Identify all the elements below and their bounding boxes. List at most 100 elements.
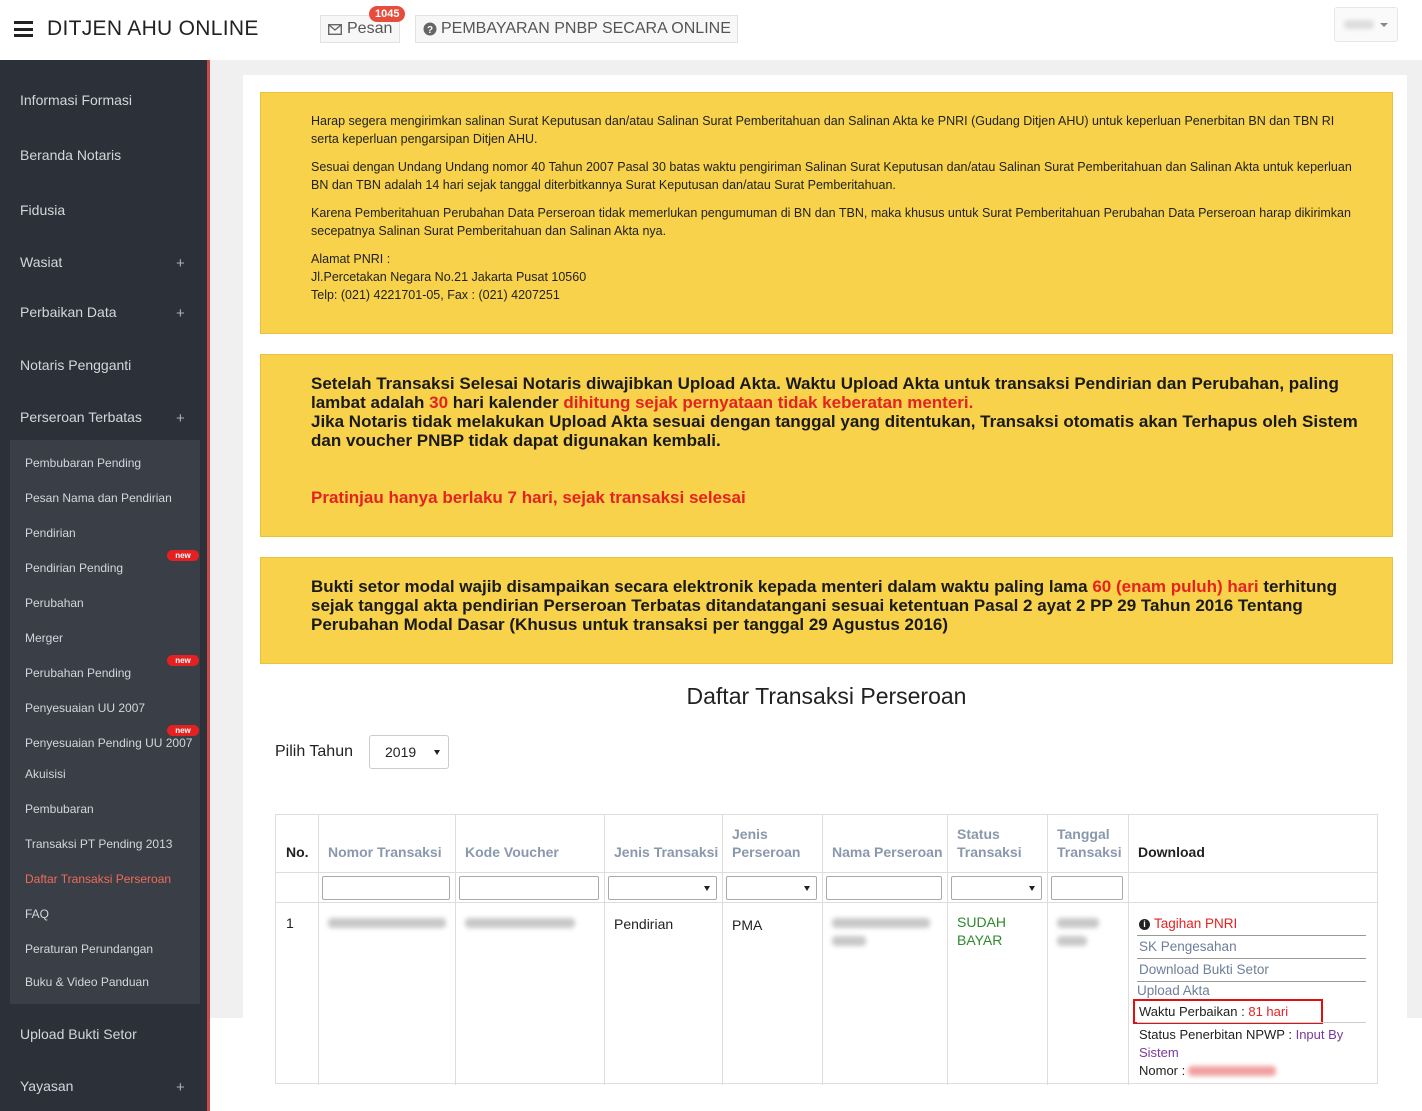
header-line: Transaksi xyxy=(957,844,1022,860)
submenu-item[interactable]: Pendirian Pending xyxy=(25,561,123,575)
sidebar-item-perbaikan-data[interactable]: Perbaikan Data xyxy=(20,304,117,320)
nama-perseroan-redacted xyxy=(832,918,930,928)
column-header-jenis-transaksi[interactable]: Jenis Transaksi xyxy=(614,843,718,861)
notice-red-text: 60 (enam puluh) hari xyxy=(1092,577,1259,596)
submenu-item[interactable]: Buku & Video Panduan xyxy=(25,975,149,989)
notice-upload-text: Setelah Transaksi Selesai Notaris diwaji… xyxy=(311,374,1361,412)
expand-plus-icon[interactable]: + xyxy=(176,255,185,272)
sidebar-item-fidusia[interactable]: Fidusia xyxy=(20,202,65,218)
npwp-nomor-label: Nomor : xyxy=(1139,1063,1186,1078)
sidebar-item-yayasan[interactable]: Yayasan xyxy=(20,1078,73,1094)
column-header-status-transaksi[interactable]: Status Transaksi xyxy=(957,825,1022,861)
menu-icon[interactable] xyxy=(14,21,33,37)
column-header-nomor-transaksi[interactable]: Nomor Transaksi xyxy=(328,843,442,861)
top-bar: DITJEN AHU ONLINE Pesan 1045 ? PEMBAYARA… xyxy=(0,0,1422,60)
submenu-item[interactable]: Akuisisi xyxy=(25,767,66,781)
table-divider xyxy=(276,872,1377,873)
year-select-value: 2019 xyxy=(385,744,417,760)
filter-tanggal-transaksi-input[interactable] xyxy=(1051,876,1123,900)
submenu-item[interactable]: Perubahan xyxy=(25,596,84,610)
column-header-tanggal-transaksi[interactable]: Tanggal Transaksi xyxy=(1057,825,1122,861)
submenu-item[interactable]: FAQ xyxy=(25,907,49,921)
notice-bukti-setor: Bukti setor modal wajib disampaikan seca… xyxy=(260,557,1393,664)
notice-text: Bukti setor modal wajib disampaikan seca… xyxy=(311,577,1093,596)
filter-jenis-transaksi-select[interactable] xyxy=(608,876,717,900)
filter-nomor-transaksi-input[interactable] xyxy=(322,876,450,900)
submenu-item[interactable]: Pendirian xyxy=(25,526,76,540)
submenu-item[interactable]: Pesan Nama dan Pendirian xyxy=(25,491,172,505)
caret-down-icon xyxy=(1380,22,1388,27)
sidebar-item-wasiat[interactable]: Wasiat xyxy=(20,254,62,270)
filter-status-transaksi-select[interactable] xyxy=(951,876,1042,900)
table-divider xyxy=(822,815,823,1085)
tanggal-transaksi-redacted xyxy=(1057,918,1099,928)
year-select[interactable]: 2019 xyxy=(369,735,449,769)
sidebar-item-notaris-pengganti[interactable]: Notaris Pengganti xyxy=(20,357,131,373)
sk-pengesahan-link[interactable]: SK Pengesahan xyxy=(1139,939,1237,954)
tagihan-pnri-link[interactable]: i Tagihan PNRI xyxy=(1139,916,1237,931)
messages-label: Pesan xyxy=(347,20,393,37)
column-header-jenis-perseroan[interactable]: Jenis Perseroan xyxy=(732,825,800,861)
filter-kode-voucher-input[interactable] xyxy=(459,876,599,900)
download-separator xyxy=(1137,1022,1366,1023)
submenu-item[interactable]: Merger xyxy=(25,631,63,645)
table-divider xyxy=(276,902,1377,903)
download-separator xyxy=(1137,981,1366,982)
expand-plus-icon[interactable]: + xyxy=(176,410,185,427)
nama-perseroan-redacted xyxy=(832,936,866,946)
status-line: SUDAH xyxy=(957,914,1007,930)
table-divider xyxy=(318,815,319,1085)
download-bukti-setor-link[interactable]: Download Bukti Setor xyxy=(1139,962,1269,977)
submenu-item[interactable]: Penyesuaian Pending UU 2007 xyxy=(25,736,192,750)
submenu-item[interactable]: Penyesuaian UU 2007 xyxy=(25,701,145,715)
submenu-item[interactable]: Pembubaran Pending xyxy=(25,456,141,470)
npwp-status-label: Status Penerbitan NPWP : xyxy=(1139,1027,1292,1042)
submenu-item[interactable]: Peraturan Perundangan xyxy=(25,942,153,956)
year-label: Pilih Tahun xyxy=(275,743,353,760)
sidebar-item-perseroan-terbatas[interactable]: Perseroan Terbatas xyxy=(20,409,142,425)
column-header-no[interactable]: No. xyxy=(286,843,309,861)
pnbp-label: PEMBAYARAN PNBP SECARA ONLINE xyxy=(441,20,731,37)
messages-count-badge: 1045 xyxy=(369,6,406,22)
notice-paragraph: Sesuai dengan Undang Undang nomor 40 Tah… xyxy=(311,160,1352,192)
notice-preview-text: Pratinjau hanya berlaku 7 hari, sejak tr… xyxy=(311,488,746,507)
notice-address-title: Alamat PNRI : xyxy=(311,252,391,266)
expand-plus-icon[interactable]: + xyxy=(176,305,185,322)
column-header-nama-perseroan[interactable]: Nama Perseroan xyxy=(832,843,943,861)
pnbp-payment-button[interactable]: ? PEMBAYARAN PNBP SECARA ONLINE xyxy=(415,15,738,43)
page-title: Daftar Transaksi Perseroan xyxy=(686,683,967,709)
submenu-item[interactable]: Transaksi PT Pending 2013 xyxy=(25,837,172,851)
jenis-perseroan-value: PMA xyxy=(732,917,763,933)
expand-plus-icon[interactable]: + xyxy=(176,1079,185,1096)
submenu-item-active[interactable]: Daftar Transaksi Perseroan xyxy=(25,872,171,886)
filter-jenis-perseroan-select[interactable] xyxy=(726,876,817,900)
brand-title[interactable]: DITJEN AHU ONLINE xyxy=(47,17,259,41)
nomor-transaksi-redacted[interactable] xyxy=(328,918,446,928)
submenu-item[interactable]: Perubahan Pending xyxy=(25,666,131,680)
table-divider xyxy=(947,815,948,1085)
svg-text:?: ? xyxy=(427,25,433,36)
npwp-status-value: Sistem xyxy=(1139,1045,1179,1060)
waktu-perbaikan-label: Waktu Perbaikan : xyxy=(1139,1004,1245,1019)
kode-voucher-redacted xyxy=(465,918,575,928)
filter-nama-perseroan-input[interactable] xyxy=(826,876,942,900)
jenis-transaksi-value: Pendirian xyxy=(614,916,674,932)
header-line: Jenis xyxy=(732,826,768,842)
user-dropdown[interactable] xyxy=(1334,7,1398,42)
sidebar-item-informasi-formasi[interactable]: Informasi Formasi xyxy=(20,92,132,108)
column-header-kode-voucher[interactable]: Kode Voucher xyxy=(465,843,559,861)
sidebar-item-upload-bukti-setor[interactable]: Upload Bukti Setor xyxy=(20,1026,137,1042)
status-transaksi-value: SUDAH BAYAR xyxy=(957,913,1006,949)
waktu-perbaikan-text: Waktu Perbaikan : 81 hari xyxy=(1139,1003,1288,1021)
column-header-download: Download xyxy=(1138,844,1205,860)
info-circle-icon: i xyxy=(1139,919,1150,930)
notice-address-line: Telp: (021) 4221701-05, Fax : (021) 4207… xyxy=(311,288,560,302)
notice-pnri: Harap segera mengirimkan salinan Surat K… xyxy=(260,92,1393,334)
upload-akta-link[interactable]: Upload Akta xyxy=(1137,983,1210,998)
npwp-nomor-redacted xyxy=(1188,1066,1276,1076)
waktu-perbaikan-value: 81 hari xyxy=(1248,1004,1289,1019)
sidebar-item-beranda-notaris[interactable]: Beranda Notaris xyxy=(20,147,121,163)
tagihan-pnri-label: Tagihan PNRI xyxy=(1154,916,1238,931)
submenu-item[interactable]: Pembubaran xyxy=(25,802,94,816)
notice-paragraph: Harap segera mengirimkan salinan Surat K… xyxy=(311,114,1335,146)
